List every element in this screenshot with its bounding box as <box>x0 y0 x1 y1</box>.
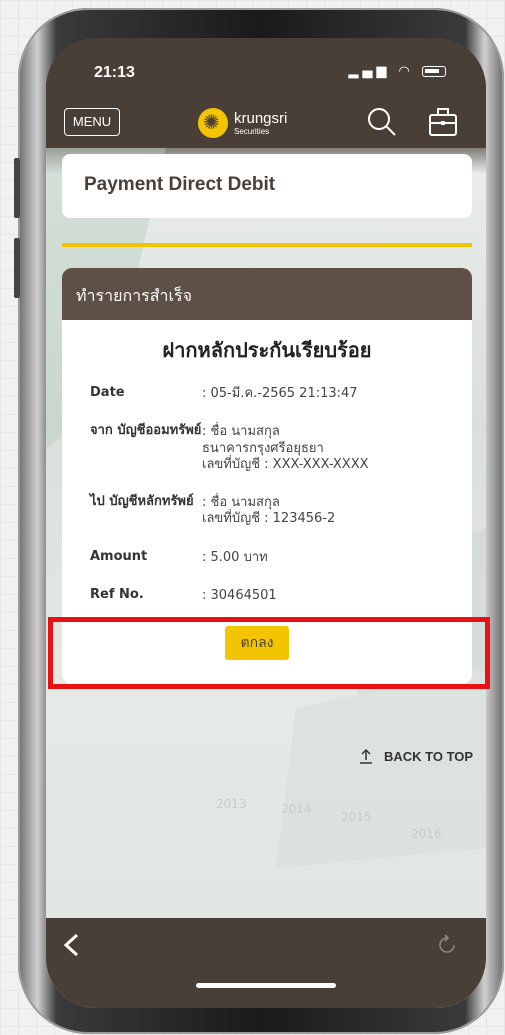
refresh-icon[interactable] <box>436 934 458 956</box>
battery-icon <box>422 66 446 77</box>
briefcase-icon[interactable] <box>428 106 458 138</box>
volume-up-button <box>14 158 20 218</box>
krungsri-logo[interactable]: krungsri Securities <box>198 106 287 140</box>
search-icon[interactable] <box>366 106 398 138</box>
detail-label: จาก บัญชีออมทรัพย์ <box>90 423 202 439</box>
decor-year-1: 2013 <box>216 797 247 811</box>
detail-value: : 05-มี.ค.-2565 21:13:47 <box>202 386 358 401</box>
detail-row-date: Date : 05-มี.ค.-2565 21:13:47 <box>90 385 460 402</box>
card-header: ทำรายการสำเร็จ <box>62 268 472 320</box>
status-icons: ▂▄▆ ◠ <box>348 64 446 79</box>
top-nav: MENU krungsri Securities <box>46 98 486 148</box>
logo-name: krungsri <box>234 109 288 127</box>
volume-down-button <box>14 238 20 298</box>
detail-value: : 5.00 บาท <box>202 549 268 565</box>
success-heading: ฝากหลักประกันเรียบร้อย <box>162 338 372 362</box>
highlight-box <box>48 617 490 689</box>
detail-row-ref: Ref No. : 30464501 <box>90 586 460 604</box>
clock: 21:13 <box>94 64 135 81</box>
transaction-details: Date : 05-มี.ค.-2565 21:13:47 จาก บัญชีอ… <box>90 385 460 626</box>
detail-label: Date <box>90 385 125 400</box>
detail-value: : ชื่อ นามสกุล เลขที่บัญชี : 123456-2 <box>202 495 336 527</box>
app-screen: 2013 2014 2015 2016 21:13 ▂▄▆ ◠ MENU kru… <box>46 38 486 1008</box>
detail-row-to: ไป บัญชีหลักทรัพย์ : ชื่อ นามสกุล เลขที่… <box>90 494 460 528</box>
detail-row-amount: Amount : 5.00 บาท <box>90 548 460 566</box>
detail-row-from: จาก บัญชีออมทรัพย์ : ชื่อ นามสกุล ธนาคาร… <box>90 424 460 473</box>
logo-mark-icon <box>198 108 228 138</box>
logo-sub: Securities <box>234 126 270 136</box>
decor-year-2: 2014 <box>281 802 312 816</box>
detail-label: ไป บัญชีหลักทรัพย์ <box>90 494 194 509</box>
signal-icon: ▂▄▆ <box>348 64 391 79</box>
accent-divider <box>62 243 472 247</box>
wifi-icon: ◠ <box>398 64 414 79</box>
back-arrow-icon[interactable] <box>62 932 80 958</box>
home-indicator[interactable] <box>196 983 336 988</box>
page-title: Payment Direct Debit <box>84 174 276 195</box>
decor-year-4: 2016 <box>411 827 442 841</box>
detail-value: : ชื่อ นามสกุล ธนาคารกรุงศรีอยุธยา เลขที… <box>202 424 369 472</box>
detail-label: Ref No. <box>90 586 144 602</box>
menu-button[interactable]: MENU <box>64 108 120 136</box>
back-to-top-link[interactable]: BACK TO TOP <box>358 748 473 764</box>
detail-value: : 30464501 <box>202 587 277 603</box>
bottom-toolbar <box>46 918 486 1008</box>
decor-year-3: 2015 <box>341 810 372 824</box>
back-to-top-label: BACK TO TOP <box>384 748 474 764</box>
arrow-up-icon <box>360 748 372 764</box>
detail-label: Amount <box>90 548 148 564</box>
page-title-card: Payment Direct Debit <box>62 154 472 218</box>
